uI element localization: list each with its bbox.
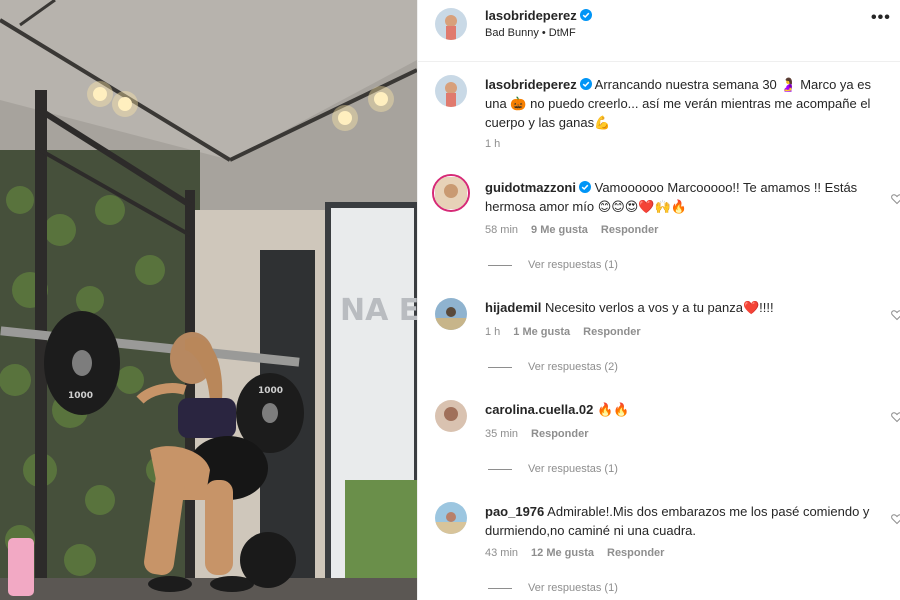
view-replies-label: Ver respuestas (1) [528,259,618,271]
verified-badge-icon [579,76,592,90]
view-replies-button[interactable]: Ver respuestas (1) [488,259,618,271]
reply-button[interactable]: Responder [607,547,664,559]
like-heart-icon[interactable] [891,512,900,525]
like-heart-icon[interactable] [891,192,900,205]
post-media[interactable]: NA E TI O 1000 1000 [0,0,417,600]
caption-author-avatar[interactable] [435,75,467,107]
view-replies-button[interactable]: Ver respuestas (1) [488,463,618,475]
svg-text:1000: 1000 [68,391,93,401]
author-avatar[interactable] [435,8,467,40]
caption-timestamp: 1 h [485,138,513,150]
caption-username[interactable]: lasobrideperez [485,77,577,92]
author-username[interactable]: lasobrideperez [485,8,577,23]
comment-time: 35 min [485,428,519,440]
caption-body: lasobrideperez Arrancando nuestra semana… [485,75,877,132]
comment-meta: 43 min 12 Me gusta Responder [485,547,677,559]
comment-username[interactable]: guidotmazzoni [485,180,576,195]
comment-body: carolina.cuella.02 🔥🔥 [485,400,877,419]
view-replies-button[interactable]: Ver respuestas (2) [488,361,618,373]
comment-username[interactable]: pao_1976 [485,504,544,519]
verified-badge-icon [579,179,591,193]
comment-time: 43 min [485,547,519,559]
comment-username[interactable]: carolina.cuella.02 [485,402,593,417]
commenter-avatar[interactable] [432,174,470,212]
medicine-ball [240,532,296,588]
reply-button[interactable]: Responder [583,326,640,338]
comment-body: guidotmazzoni Vamoooooo Marcooooo!! Te a… [485,178,877,216]
more-options-icon[interactable]: ••• [871,10,893,27]
comment-username[interactable]: hijademil [485,300,541,315]
commenter-avatar[interactable] [435,502,467,534]
post-header: lasobrideperez Bad Bunny • DtMF ••• [418,0,900,62]
comment-time: 1 h [485,326,501,338]
comment-likes[interactable]: 1 Me gusta [513,326,570,338]
commenter-avatar[interactable] [435,298,467,330]
comment-likes[interactable]: 9 Me gusta [531,224,588,236]
comment-meta: 58 min 9 Me gusta Responder [485,224,671,236]
comment-body: pao_1976 Admirable!.Mis dos embarazos me… [485,502,877,540]
gym-photo: NA E TI O 1000 1000 [0,0,417,600]
svg-text:1000: 1000 [258,386,283,396]
view-replies-label: Ver respuestas (1) [528,582,618,594]
weight-plate-left: 1000 [44,311,120,415]
view-replies-label: Ver respuestas (1) [528,463,618,475]
comment-text: 🔥🔥 [597,402,630,417]
like-heart-icon[interactable] [891,410,900,423]
comment-meta: 1 h 1 Me gusta Responder [485,326,654,338]
comment-meta: 35 min Responder [485,428,602,440]
comment-body: hijademil Necesito verlos a vos y a tu p… [485,298,877,317]
caption-time: 1 h [485,138,501,150]
window-graffiti: NA E TI O [340,293,417,328]
verified-badge-icon [579,8,592,21]
water-bottle [8,538,34,596]
view-replies-button[interactable]: Ver respuestas (1) [488,582,618,594]
comment-likes[interactable]: 12 Me gusta [531,547,594,559]
audio-track-link[interactable]: Bad Bunny • DtMF [485,27,576,39]
comment-text: Necesito verlos a vos y a tu panza❤️!!!! [544,300,774,315]
like-heart-icon[interactable] [891,308,900,321]
post-sidebar: lasobrideperez Bad Bunny • DtMF ••• laso… [417,0,900,600]
comment-time: 58 min [485,224,519,236]
reply-button[interactable]: Responder [531,428,588,440]
reply-button[interactable]: Responder [601,224,658,236]
view-replies-label: Ver respuestas (2) [528,361,618,373]
commenter-avatar[interactable] [435,400,467,432]
